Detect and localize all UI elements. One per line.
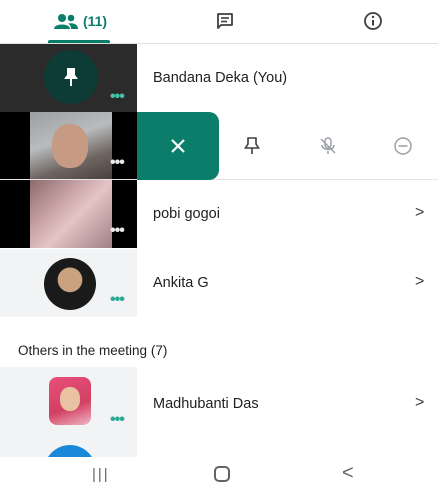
- system-nav-bar: ||| <: [0, 457, 438, 491]
- participant-name: Madhubanti Das: [153, 396, 259, 412]
- participant-tile: •••: [0, 367, 137, 437]
- avatar: [44, 445, 96, 457]
- participant-tile: [0, 437, 137, 457]
- mic-off-icon: [320, 137, 336, 154]
- participant-name: Ankita G: [153, 275, 209, 291]
- pin-icon: [64, 68, 78, 86]
- chevron-right-icon[interactable]: >: [415, 273, 424, 291]
- remove-button[interactable]: [373, 112, 433, 180]
- info-icon: [364, 12, 382, 30]
- participant-row[interactable]: ••• Ankita G >: [0, 249, 438, 317]
- more-options-icon[interactable]: •••: [110, 411, 125, 429]
- chevron-right-icon[interactable]: >: [415, 204, 424, 222]
- home-button[interactable]: [214, 466, 230, 482]
- participant-row[interactable]: ••• pobi gogoi >: [0, 180, 438, 248]
- more-options-icon[interactable]: •••: [110, 291, 125, 309]
- tab-info[interactable]: [348, 0, 398, 42]
- close-icon: [171, 139, 185, 153]
- participant-tile: •••: [0, 44, 137, 112]
- pinned-avatar: [44, 50, 98, 104]
- more-options-icon[interactable]: •••: [110, 222, 125, 240]
- chat-icon: [217, 13, 233, 29]
- people-icon: [53, 14, 78, 29]
- tab-bar: (11): [0, 0, 438, 44]
- remove-icon: [394, 137, 412, 155]
- participant-video-tile: •••: [0, 180, 137, 248]
- tab-selected-indicator: [48, 40, 110, 43]
- back-button[interactable]: <: [342, 462, 354, 485]
- avatar: [44, 258, 96, 310]
- participant-video-tile: •••: [0, 112, 137, 179]
- mute-button[interactable]: [298, 112, 358, 180]
- chevron-right-icon[interactable]: >: [415, 394, 424, 412]
- more-options-icon[interactable]: •••: [110, 88, 125, 106]
- more-options-icon[interactable]: •••: [110, 154, 125, 172]
- close-actions-button[interactable]: [137, 112, 219, 180]
- participant-name: Bandana Deka (You): [153, 70, 288, 86]
- participant-row[interactable]: ••• Madhubanti Das >: [0, 367, 438, 437]
- participant-tile: •••: [0, 249, 137, 317]
- pin-icon: [244, 137, 260, 154]
- video-feed: [30, 180, 112, 248]
- recent-apps-button[interactable]: |||: [92, 466, 110, 483]
- video-feed: [30, 112, 112, 179]
- tab-chat[interactable]: [200, 0, 250, 42]
- participant-name: pobi gogoi: [153, 206, 220, 222]
- participant-row-actions[interactable]: •••: [0, 112, 438, 180]
- section-header-others: Others in the meeting (7): [18, 343, 168, 358]
- pin-button[interactable]: [222, 112, 282, 180]
- participant-row-self[interactable]: ••• Bandana Deka (You): [0, 44, 438, 112]
- avatar: [49, 377, 91, 425]
- people-count: (11): [82, 13, 108, 29]
- tab-people[interactable]: (11): [40, 0, 120, 42]
- participant-row[interactable]: [0, 437, 438, 457]
